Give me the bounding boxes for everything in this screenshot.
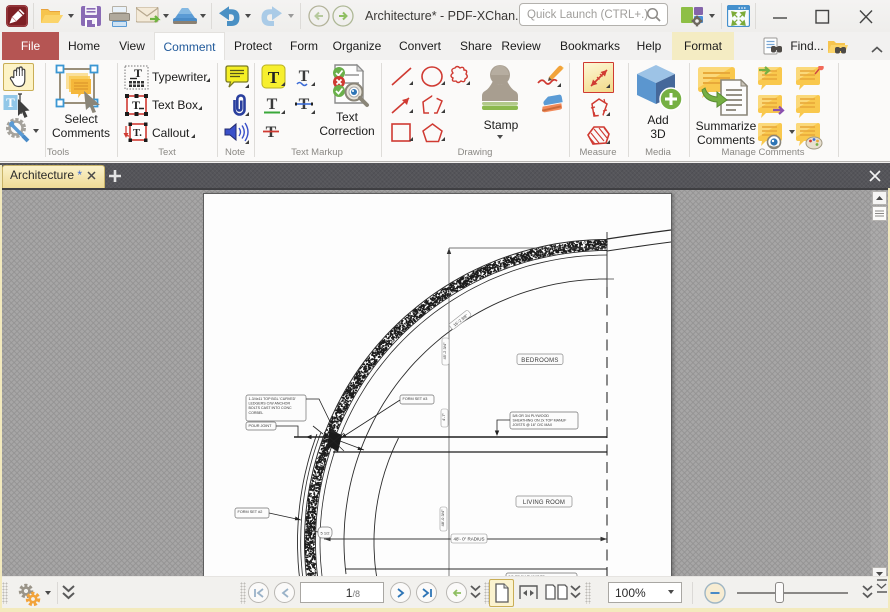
svg-text:T: T	[132, 98, 140, 112]
svg-text:LEDGERS C/W ANCHOR: LEDGERS C/W ANCHOR	[249, 402, 291, 406]
svg-text:T: T	[266, 124, 277, 141]
svg-text:5/8 OR 3/4 PLYWOOD: 5/8 OR 3/4 PLYWOOD	[513, 414, 550, 418]
svg-text:LIVING ROOM: LIVING ROOM	[523, 500, 565, 506]
svg-text:4'-7": 4'-7"	[441, 412, 446, 421]
svg-text:BOLTS CAST INTO CONC: BOLTS CAST INTO CONC	[249, 406, 293, 410]
svg-text:CORBEL: CORBEL	[249, 411, 264, 415]
svg-text:T: T	[267, 96, 278, 113]
svg-text:5 1/2: 5 1/2	[321, 531, 331, 536]
svg-text:SHEATHING ON 2x TOP MANUF: SHEATHING ON 2x TOP MANUF	[513, 419, 568, 423]
svg-text:BEDROOMS: BEDROOMS	[521, 358, 558, 364]
svg-text:FORM SET #3: FORM SET #3	[403, 397, 428, 401]
svg-text:T: T	[268, 68, 280, 87]
svg-text:45'-2 3/4": 45'-2 3/4"	[442, 342, 447, 359]
svg-text:T.: T.	[133, 128, 142, 139]
svg-text:T: T	[6, 95, 15, 110]
svg-text:48'-0 3/4": 48'-0 3/4"	[440, 509, 445, 526]
svg-text:48'- 0" RADIUS: 48'- 0" RADIUS	[454, 537, 485, 542]
svg-text:POUR JOINT: POUR JOINT	[249, 424, 273, 428]
svg-text:1-3/4x11 TOP BGL 'CURVED': 1-3/4x11 TOP BGL 'CURVED'	[249, 397, 297, 401]
svg-text:FORM SET #2: FORM SET #2	[238, 510, 263, 514]
svg-text:JOISTS @ 16" O/C MAX: JOISTS @ 16" O/C MAX	[513, 423, 553, 427]
